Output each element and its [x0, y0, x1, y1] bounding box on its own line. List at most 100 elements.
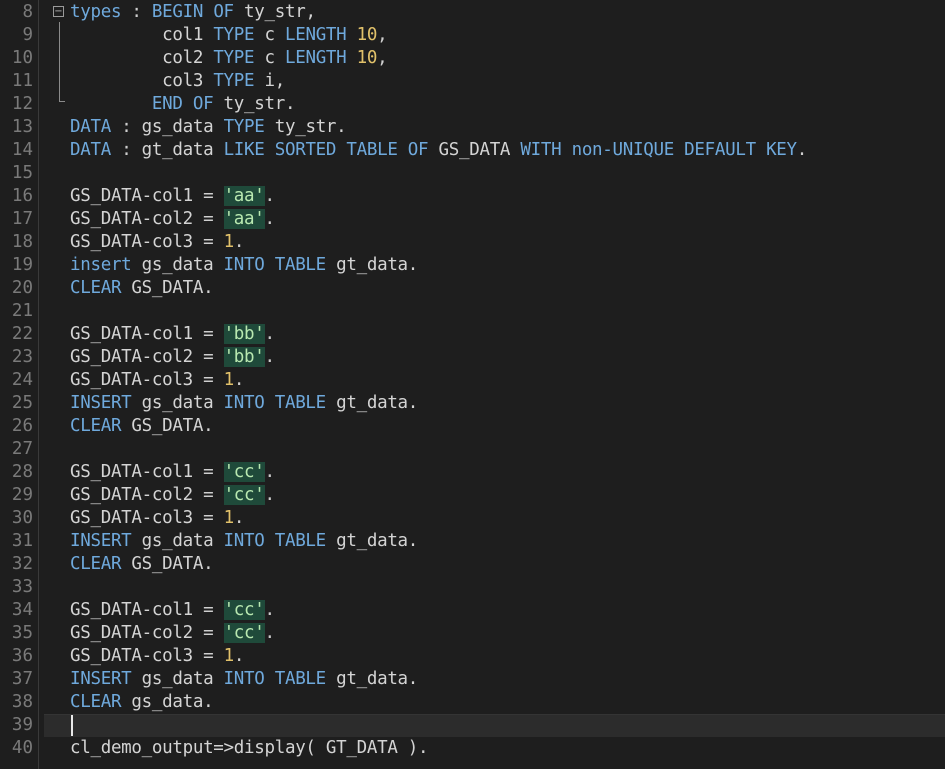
code-text[interactable]: CLEAR gs_data. [70, 691, 214, 714]
code-text[interactable]: cl_demo_output=>display( GT_DATA ). [70, 737, 429, 760]
code-line[interactable]: 32 CLEAR GS_DATA. [0, 553, 945, 576]
code-token: GS_DATA-col3 [70, 508, 204, 528]
line-number: 32 [11, 554, 33, 574]
code-line[interactable]: 8 types : BEGIN OF ty_str, [0, 1, 945, 24]
code-token: ty_str. [213, 94, 296, 114]
code-line[interactable]: 36 GS_DATA-col3 = 1. [0, 645, 945, 668]
code-token: gs_data [131, 531, 224, 551]
line-number: 15 [11, 163, 33, 183]
code-line[interactable]: 29 GS_DATA-col2 = 'cc'. [0, 484, 945, 507]
code-text[interactable]: col1 TYPE c LENGTH 10, [70, 24, 388, 47]
code-line[interactable]: 9 col1 TYPE c LENGTH 10, [0, 24, 945, 47]
code-line[interactable]: 40 cl_demo_output=>display( GT_DATA ). [0, 737, 945, 760]
code-line[interactable]: 34 GS_DATA-col1 = 'cc'. [0, 599, 945, 622]
code-line[interactable]: 16 GS_DATA-col1 = 'aa'. [0, 185, 945, 208]
string-literal: 'cc' [223, 462, 265, 482]
code-token: = [203, 485, 224, 505]
code-token: GS_DATA-col2 [70, 347, 204, 367]
line-number: 11 [11, 71, 33, 91]
code-text[interactable]: GS_DATA-col2 = 'bb'. [70, 346, 275, 369]
line-number: 23 [11, 347, 33, 367]
code-token: = [203, 232, 224, 252]
code-line[interactable]: 17 GS_DATA-col2 = 'aa'. [0, 208, 945, 231]
code-text[interactable]: GS_DATA-col3 = 1. [70, 645, 244, 668]
code-text[interactable]: GS_DATA-col1 = 'bb'. [70, 323, 275, 346]
code-line[interactable]: 23 GS_DATA-col2 = 'bb'. [0, 346, 945, 369]
line-number: 25 [11, 393, 33, 413]
keyword-token: DATA [70, 117, 111, 137]
code-text[interactable]: GS_DATA-col1 = 'aa'. [70, 185, 275, 208]
code-line[interactable]: 12 END OF ty_str. [0, 93, 945, 116]
code-line[interactable]: 38 CLEAR gs_data. [0, 691, 945, 714]
line-number: 30 [11, 508, 33, 528]
code-line[interactable]: 14 DATA : gt_data LIKE SORTED TABLE OF GS… [0, 139, 945, 162]
code-token: . [233, 370, 245, 390]
code-line[interactable]: 26 CLEAR GS_DATA. [0, 415, 945, 438]
line-number: 40 [11, 738, 33, 758]
keyword-token: INTO TABLE [223, 255, 327, 275]
code-token: GS_DATA-col1 [70, 600, 204, 620]
code-line[interactable]: 19 insert gs_data INTO TABLE gt_data. [0, 254, 945, 277]
code-line[interactable]: 21 [0, 300, 945, 323]
code-line[interactable]: 13 DATA : gs_data TYPE ty_str. [0, 116, 945, 139]
code-text[interactable]: DATA : gs_data TYPE ty_str. [70, 116, 347, 139]
code-text[interactable]: GS_DATA-col1 = 'cc'. [70, 461, 275, 484]
code-text[interactable]: GS_DATA-col3 = 1. [70, 369, 244, 392]
code-line[interactable]: 27 [0, 438, 945, 461]
line-number: 19 [11, 255, 33, 275]
code-text[interactable]: GS_DATA-col2 = 'cc'. [70, 484, 275, 507]
code-token: GS_DATA-col2 [70, 623, 204, 643]
code-line[interactable]: 11 col3 TYPE i, [0, 70, 945, 93]
keyword-token: INSERT [70, 531, 132, 551]
code-text[interactable]: GS_DATA-col2 = 'aa'. [70, 208, 275, 231]
code-token: gt_data. [325, 255, 419, 275]
code-line[interactable]: 30 GS_DATA-col3 = 1. [0, 507, 945, 530]
code-line[interactable]: 33 [0, 576, 945, 599]
collapse-minus-icon[interactable]: − [53, 6, 64, 17]
code-text[interactable]: GS_DATA-col2 = 'cc'. [70, 622, 275, 645]
code-text[interactable]: DATA : gt_data LIKE SORTED TABLE OF GS_D… [70, 139, 807, 162]
code-token: gs_data [131, 255, 224, 275]
code-line[interactable]: 35 GS_DATA-col2 = 'cc'. [0, 622, 945, 645]
code-line[interactable]: 15 [0, 162, 945, 185]
code-line[interactable]: 28 GS_DATA-col1 = 'cc'. [0, 461, 945, 484]
code-text[interactable]: INSERT gs_data INTO TABLE gt_data. [70, 392, 418, 415]
code-text[interactable]: insert gs_data INTO TABLE gt_data. [70, 254, 418, 277]
string-literal: 'bb' [223, 347, 265, 367]
code-text[interactable]: col2 TYPE c LENGTH 10, [70, 47, 388, 70]
code-line[interactable]: 25 INSERT gs_data INTO TABLE gt_data. [0, 392, 945, 415]
code-text[interactable]: END OF ty_str. [70, 93, 296, 116]
code-token: = [203, 623, 224, 643]
code-text[interactable]: CLEAR GS_DATA. [70, 277, 214, 300]
keyword-token: INTO TABLE [223, 669, 327, 689]
number-literal: 1 [223, 370, 235, 390]
keyword-token: CLEAR [70, 278, 122, 298]
code-token: GS_DATA-col1 [70, 186, 204, 206]
code-text[interactable]: CLEAR GS_DATA. [70, 415, 214, 438]
line-number: 8 [22, 2, 33, 22]
code-text[interactable]: INSERT gs_data INTO TABLE gt_data. [70, 668, 418, 691]
code-text[interactable]: GS_DATA-col3 = 1. [70, 507, 244, 530]
code-line[interactable]: 10 col2 TYPE c LENGTH 10, [0, 47, 945, 70]
code-line[interactable]: 31 INSERT gs_data INTO TABLE gt_data. [0, 530, 945, 553]
code-token: GS_DATA. [121, 416, 214, 436]
line-number: 36 [11, 646, 33, 666]
code-editor[interactable]: 8 types : BEGIN OF ty_str, 9 col1 TYPE c L… [0, 0, 945, 769]
code-line[interactable]: 22 GS_DATA-col1 = 'bb'. [0, 323, 945, 346]
code-text[interactable]: col3 TYPE i, [70, 70, 285, 93]
code-text[interactable]: CLEAR GS_DATA. [70, 553, 214, 576]
code-text[interactable]: GS_DATA-col1 = 'cc'. [70, 599, 275, 622]
code-text[interactable]: types : BEGIN OF ty_str, [70, 1, 316, 24]
code-line[interactable]: 18 GS_DATA-col3 = 1. [0, 231, 945, 254]
code-token: : [110, 140, 142, 160]
code-line[interactable]: 20 CLEAR GS_DATA. [0, 277, 945, 300]
fold-guide-end [59, 101, 65, 102]
code-text[interactable]: GS_DATA-col3 = 1. [70, 231, 244, 254]
code-line[interactable]: 24 GS_DATA-col3 = 1. [0, 369, 945, 392]
line-number: 13 [11, 117, 33, 137]
line-number: 31 [11, 531, 33, 551]
code-text[interactable]: INSERT gs_data INTO TABLE gt_data. [70, 530, 418, 553]
code-line[interactable]: 37 INSERT gs_data INTO TABLE gt_data. [0, 668, 945, 691]
keyword-token: TYPE [213, 48, 255, 68]
code-line[interactable]: 39 [0, 714, 945, 737]
